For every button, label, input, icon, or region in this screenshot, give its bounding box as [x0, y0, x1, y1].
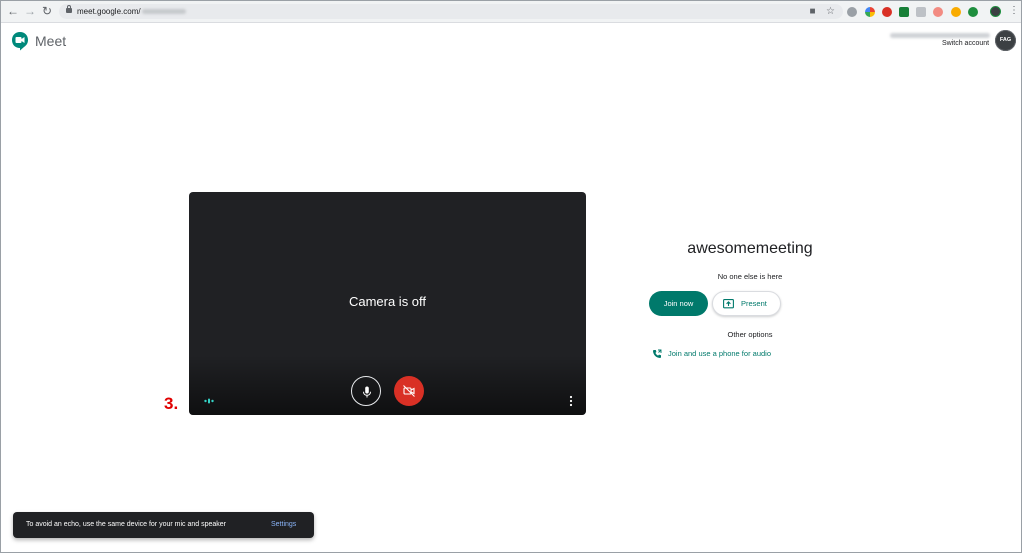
forward-arrow-icon[interactable]: →	[23, 4, 37, 18]
present-screen-icon	[723, 299, 734, 309]
present-button-label: Present	[741, 299, 767, 308]
other-options-heading: Other options	[727, 330, 773, 339]
blurred-url-path	[141, 9, 186, 15]
address-url[interactable]: meet.google.com/	[77, 5, 186, 18]
address-bar[interactable]: meet.google.com/ ■ ☆	[59, 4, 843, 19]
back-arrow-icon[interactable]: ←	[6, 4, 20, 18]
app-name[interactable]: Meet	[35, 33, 66, 49]
more-options-icon[interactable]	[569, 395, 573, 407]
present-button[interactable]: Present	[712, 291, 781, 316]
microphone-icon	[363, 386, 371, 398]
bookmark-star-icon[interactable]: ☆	[825, 6, 836, 17]
snackbar-message: To avoid an echo, use the same device fo…	[26, 521, 226, 528]
extension-icon[interactable]	[933, 7, 943, 17]
account-email-blurred	[890, 33, 990, 38]
camera-off-icon	[403, 385, 415, 397]
microphone-toggle-button[interactable]	[351, 376, 381, 406]
recycle-extension-icon[interactable]	[899, 7, 909, 17]
camera-status-text: Camera is off	[348, 294, 427, 309]
phone-audio-label: Join and use a phone for audio	[668, 349, 771, 358]
camera-in-use-icon[interactable]: ■	[807, 6, 818, 17]
participants-status: No one else is here	[717, 272, 783, 281]
browser-menu-icon[interactable]: ⋮	[1009, 5, 1019, 17]
browser-profile-icon[interactable]	[990, 6, 1001, 17]
meeting-name: awesomemeeting	[687, 240, 813, 257]
extension-icon[interactable]	[865, 7, 875, 17]
extension-icon[interactable]	[847, 7, 857, 17]
extension-icon[interactable]	[882, 7, 892, 17]
extension-icon[interactable]	[916, 7, 926, 17]
extension-icon[interactable]	[951, 7, 961, 17]
browser-toolbar: ← → ↻ meet.google.com/ ■ ☆ ⋮	[1, 1, 1021, 23]
lock-icon	[66, 5, 72, 13]
audio-level-icon	[204, 398, 214, 404]
account-avatar[interactable]: FAG	[995, 30, 1016, 51]
meet-logo-icon[interactable]	[11, 31, 29, 51]
echo-warning-snackbar: To avoid an echo, use the same device fo…	[13, 512, 314, 538]
video-preview: Camera is off	[189, 192, 586, 415]
switch-account-link[interactable]: Switch account	[942, 40, 989, 47]
extension-icon[interactable]	[968, 7, 978, 17]
settings-button[interactable]: Settings	[271, 512, 296, 538]
step-annotation: 3.	[164, 394, 179, 413]
join-now-button[interactable]: Join now	[649, 291, 708, 316]
reload-icon[interactable]: ↻	[40, 4, 54, 18]
phone-icon	[653, 349, 662, 358]
camera-toggle-button[interactable]	[394, 376, 424, 406]
